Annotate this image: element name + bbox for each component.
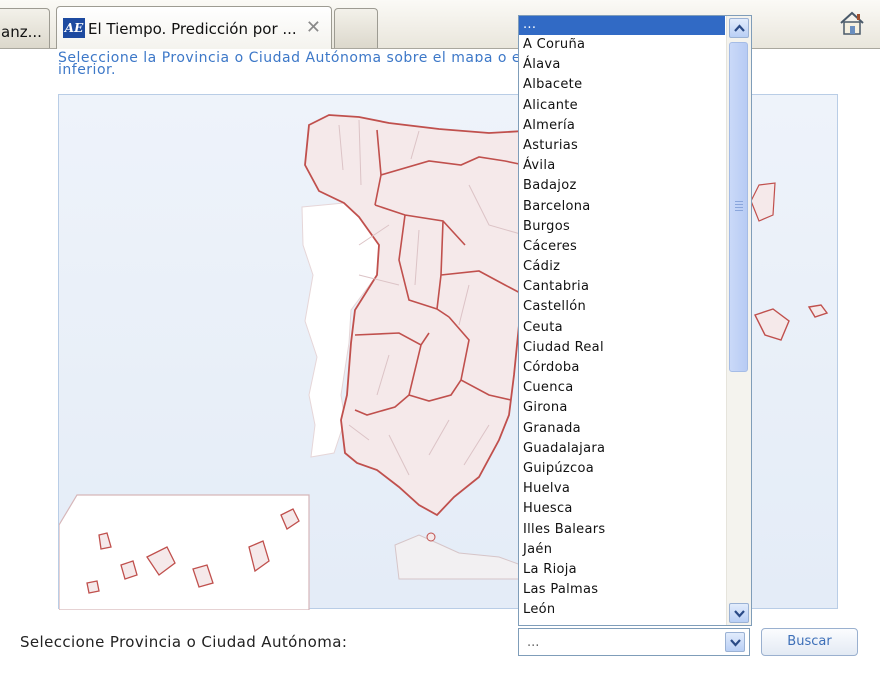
- option-leon[interactable]: León: [519, 600, 725, 620]
- canary-islands-inset: [59, 494, 310, 610]
- option-cantabria[interactable]: Cantabria: [519, 277, 725, 297]
- province-select-label: Seleccione Provincia o Ciudad Autónoma:: [20, 633, 348, 651]
- option-barcelona[interactable]: Barcelona: [519, 197, 725, 217]
- option-illes-balears[interactable]: Illes Balears: [519, 520, 725, 540]
- province-select[interactable]: ...: [518, 628, 750, 656]
- option-huelva[interactable]: Huelva: [519, 479, 725, 499]
- option-albacete[interactable]: Albacete: [519, 75, 725, 95]
- option-a-coruna[interactable]: A Coruña: [519, 35, 725, 55]
- option-ceuta[interactable]: Ceuta: [519, 318, 725, 338]
- option-placeholder[interactable]: ...: [519, 16, 725, 35]
- option-burgos[interactable]: Burgos: [519, 217, 725, 237]
- option-castellon[interactable]: Castellón: [519, 297, 725, 317]
- scroll-thumb[interactable]: [729, 42, 748, 372]
- option-avila[interactable]: Ávila: [519, 156, 725, 176]
- close-icon[interactable]: ✕: [306, 17, 321, 38]
- aemet-logo-icon: AE: [63, 18, 85, 38]
- instruction-line-2: inferior.: [58, 62, 116, 78]
- option-cadiz[interactable]: Cádiz: [519, 257, 725, 277]
- option-cordoba[interactable]: Córdoba: [519, 358, 725, 378]
- option-huesca[interactable]: Huesca: [519, 499, 725, 519]
- chevron-up-icon: [734, 24, 745, 32]
- search-button[interactable]: Buscar: [761, 628, 858, 656]
- option-badajoz[interactable]: Badajoz: [519, 176, 725, 196]
- tab-el-tiempo[interactable]: AE El Tiempo. Predicción por ... ✕: [56, 6, 332, 49]
- north-africa-coast: [394, 534, 530, 580]
- option-asturias[interactable]: Asturias: [519, 136, 725, 156]
- option-guadalajara[interactable]: Guadalajara: [519, 439, 725, 459]
- option-almeria[interactable]: Almería: [519, 116, 725, 136]
- option-granada[interactable]: Granada: [519, 419, 725, 439]
- home-icon[interactable]: [838, 10, 866, 36]
- option-la-rioja[interactable]: La Rioja: [519, 560, 725, 580]
- option-ciudad-real[interactable]: Ciudad Real: [519, 338, 725, 358]
- tab-previous[interactable]: anz...: [0, 8, 50, 48]
- ceuta[interactable]: [426, 532, 436, 542]
- scroll-down-button[interactable]: [729, 603, 749, 623]
- new-tab-button[interactable]: [334, 8, 378, 48]
- tab-previous-label: anz...: [1, 23, 42, 41]
- province-dropdown-list[interactable]: ... A Coruña Álava Albacete Alicante Alm…: [518, 15, 752, 626]
- option-las-palmas[interactable]: Las Palmas: [519, 580, 725, 600]
- chevron-down-icon: [730, 639, 741, 647]
- chevron-down-icon: [734, 610, 745, 618]
- province-options: ... A Coruña Álava Albacete Alicante Alm…: [519, 16, 725, 620]
- option-jaen[interactable]: Jaén: [519, 540, 725, 560]
- province-select-value: ...: [527, 635, 540, 650]
- select-dropdown-button[interactable]: [725, 632, 745, 652]
- option-cuenca[interactable]: Cuenca: [519, 378, 725, 398]
- tab-el-tiempo-label: El Tiempo. Predicción por ...: [88, 20, 297, 38]
- dropdown-scrollbar[interactable]: [726, 16, 751, 625]
- option-caceres[interactable]: Cáceres: [519, 237, 725, 257]
- scroll-up-button[interactable]: [729, 18, 749, 38]
- option-alava[interactable]: Álava: [519, 55, 725, 75]
- option-girona[interactable]: Girona: [519, 398, 725, 418]
- option-guipuzcoa[interactable]: Guipúzcoa: [519, 459, 725, 479]
- option-alicante[interactable]: Alicante: [519, 96, 725, 116]
